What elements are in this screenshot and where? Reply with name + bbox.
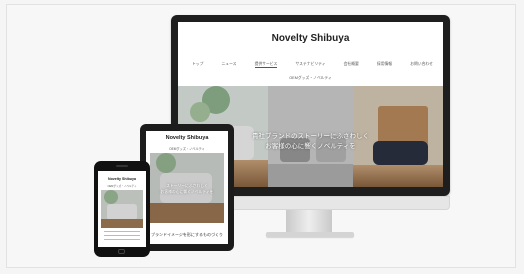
nav-item-recruit[interactable]: 採用情報 [377,62,392,68]
phone-sub-label[interactable]: OEMグッズ・ノベルティ [98,184,146,188]
sub-nav-label[interactable]: OEMグッズ・ノベルティ [178,76,443,81]
phone-text-line [104,231,140,232]
nav-item-contact[interactable]: お問い合わせ [410,62,433,68]
tablet-device: Novelty Shibuya OEMグッズ・ノベルティ ストーリーにふさわしく… [140,124,234,251]
phone-text-block [104,231,140,243]
tablet-site-title[interactable]: Novelty Shibuya [146,135,228,141]
monitor-stand [286,210,332,232]
phone-text-line [104,235,140,236]
tablet-screen: Novelty Shibuya OEMグッズ・ノベルティ ストーリーにふさわしく… [146,131,228,244]
tablet-hero-line2: お客様の心に響くノベルティを [160,190,214,194]
phone-text-line [104,239,140,240]
tablet-hero-image: ストーリーにふさわしく お客様の心に響くノベルティを [150,153,224,223]
phone-speaker [116,165,128,167]
phone-hero-image [101,190,143,228]
monitor-base [266,232,354,237]
phone-site-title[interactable]: Novelty Shibuya [98,177,146,181]
tablet-section-heading: ブランドイメージを形にするものづくり [151,232,223,237]
nav-item-company[interactable]: 会社概要 [344,62,359,68]
nav-item-top[interactable]: トップ [192,62,203,68]
tablet-sub-label[interactable]: OEMグッズ・ノベルティ [146,146,228,151]
nav-item-services[interactable]: 提供サービス [254,62,278,68]
nav-item-news[interactable]: ニュース [221,62,236,68]
site-title[interactable]: Novelty Shibuya [178,33,443,44]
tablet-hero-caption: ストーリーにふさわしく お客様の心に響くノベルティを [150,183,224,195]
nav-item-sustainability[interactable]: サステナビリティ [295,62,325,68]
phone-screen: Novelty Shibuya OEMグッズ・ノベルティ [98,171,146,247]
phone-device: Novelty Shibuya OEMグッズ・ノベルティ [94,161,150,257]
phone-home-button [118,249,125,254]
main-nav: トップ ニュース 提供サービス サステナビリティ 会社概要 採用情報 お問い合わ… [192,62,433,68]
